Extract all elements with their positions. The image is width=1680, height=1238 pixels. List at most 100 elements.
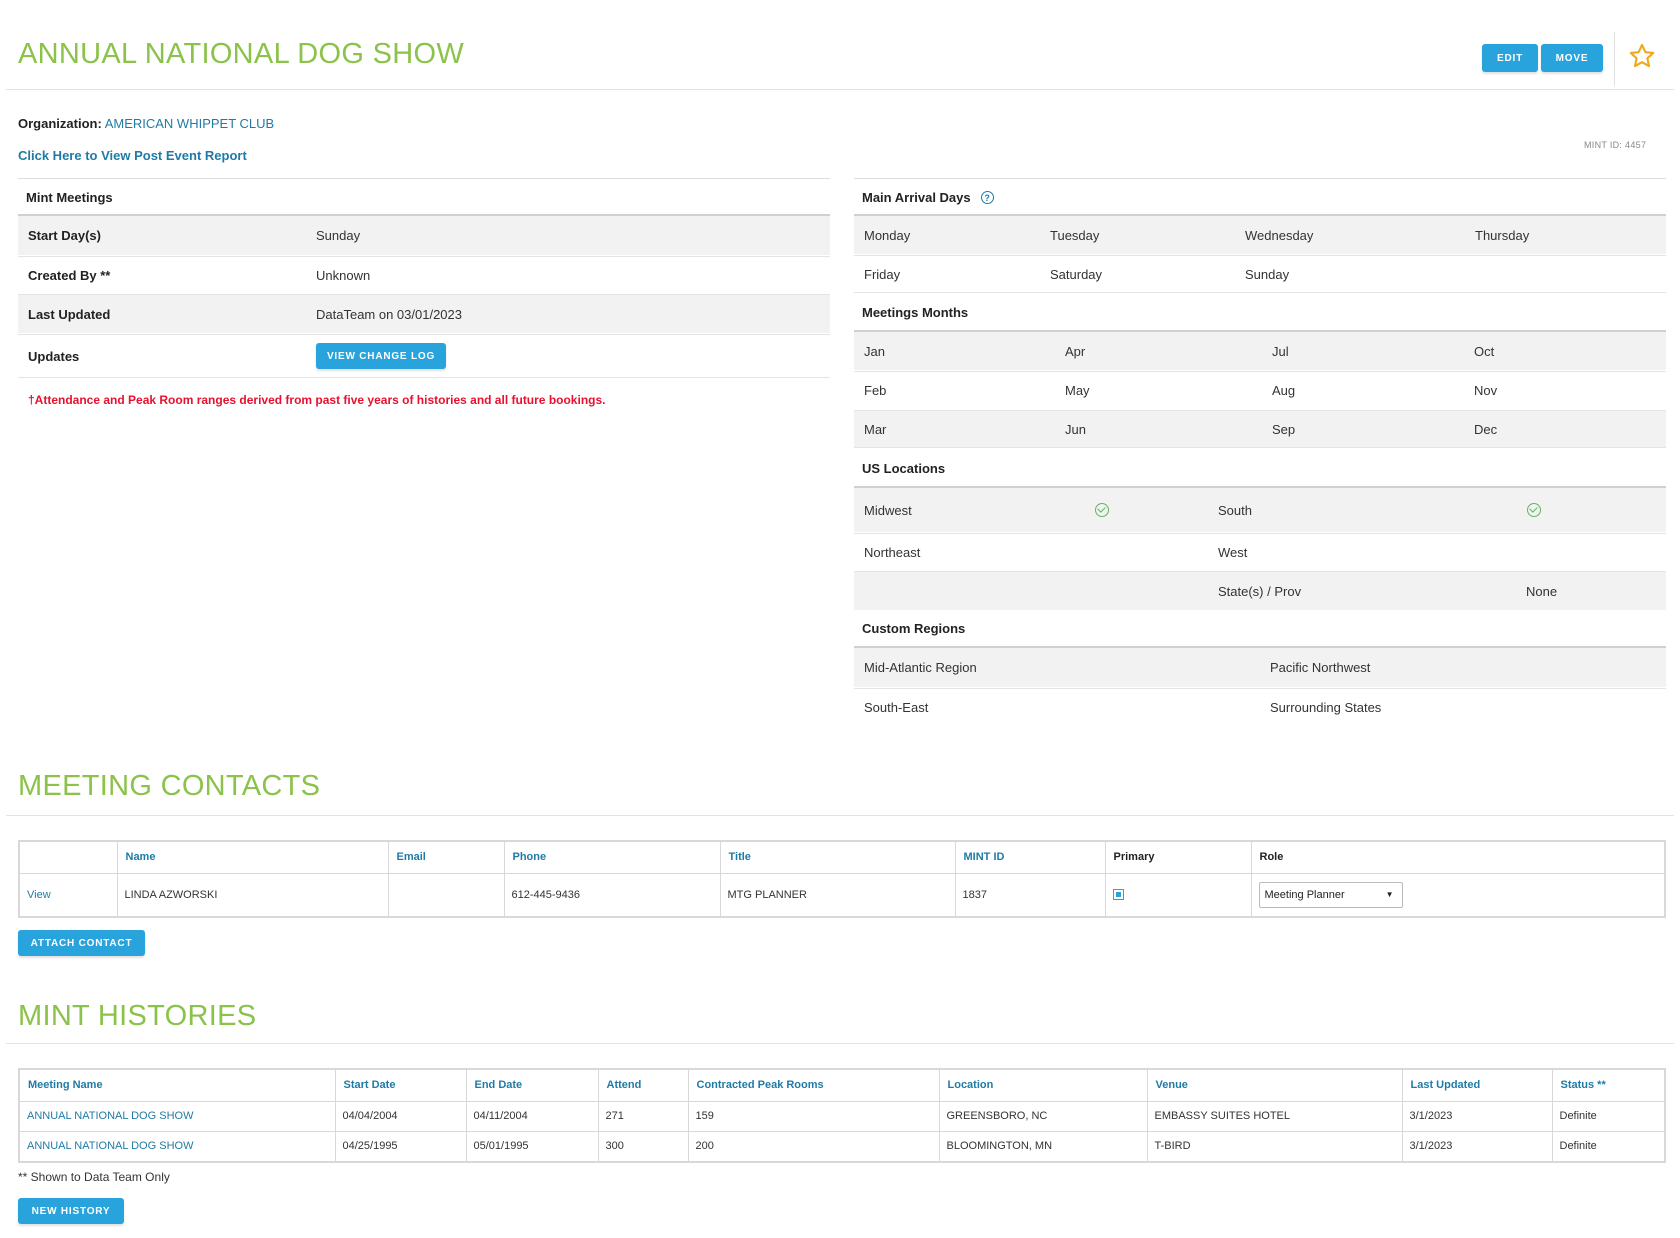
column-header[interactable]: Last Updated [1401, 1068, 1553, 1102]
states-value: None [1526, 583, 1558, 599]
header-rule [6, 89, 1674, 90]
history-end-date: 05/01/1995 [465, 1130, 599, 1163]
organization-line: Organization: AMERICAN WHIPPET CLUB [18, 116, 274, 131]
column-header[interactable]: Name [116, 840, 389, 874]
month-cell: Apr [1065, 343, 1086, 359]
divider [18, 178, 830, 179]
column-header[interactable]: Location [938, 1068, 1148, 1102]
column-header[interactable]: MINT ID [954, 840, 1106, 874]
location-northeast: Northeast [864, 544, 921, 560]
organization-link[interactable]: AMERICAN WHIPPET CLUB [105, 116, 275, 131]
section-rule [6, 1043, 1674, 1044]
arrival-days-heading-row: Main Arrival Days ? [862, 190, 994, 205]
info-row-last-updated: Last Updated DataTeam on 03/01/2023 [18, 294, 830, 333]
column-header[interactable]: Meeting Name [18, 1068, 336, 1102]
table-row: ANNUAL NATIONAL DOG SHOW 04/25/1995 05/0… [18, 1130, 1666, 1163]
month-cell: Mar [864, 421, 887, 437]
history-venue: EMBASSY SUITES HOTEL [1146, 1100, 1403, 1132]
header-divider [1614, 32, 1615, 86]
custom-regions-heading: Custom Regions [862, 621, 966, 636]
info-key: Created By ** [28, 268, 111, 283]
table-row: View LINDA AZWORSKI 612-445-9436 MTG PLA… [18, 872, 1666, 918]
history-peak-rooms: 159 [687, 1100, 940, 1132]
history-status: Definite [1551, 1100, 1666, 1132]
contact-title: MTG PLANNER [719, 872, 956, 918]
table-header-row: Name Email Phone Title MINT ID Primary R… [18, 840, 1666, 874]
history-last-updated: 3/1/2023 [1401, 1100, 1553, 1132]
history-start-date: 04/04/2004 [334, 1100, 467, 1132]
new-history-button[interactable]: NEW HISTORY [18, 1198, 124, 1224]
regions-row-2: South-East Surrounding States [854, 688, 1666, 726]
month-cell: Jun [1065, 421, 1086, 437]
primary-checkbox[interactable] [1112, 889, 1124, 901]
column-header[interactable]: Venue [1146, 1068, 1403, 1102]
history-status: Definite [1551, 1130, 1666, 1163]
location-south: South [1218, 502, 1252, 518]
column-header[interactable]: Attend [597, 1068, 689, 1102]
region-cell: Surrounding States [1270, 700, 1382, 715]
contact-mint-id: 1837 [954, 872, 1106, 918]
role-cell: Meeting Planner ▼ [1250, 872, 1666, 918]
month-cell: Sep [1272, 421, 1296, 437]
role-selected-value: Meeting Planner [1264, 888, 1345, 901]
month-cell: Oct [1474, 343, 1495, 359]
month-cell: Jul [1272, 343, 1289, 359]
history-venue: T-BIRD [1146, 1130, 1403, 1163]
us-locations-heading: US Locations [862, 461, 946, 476]
region-cell: Mid-Atlantic Region [864, 660, 977, 675]
months-row-1: Jan Apr Jul Oct [854, 332, 1666, 370]
primary-cell [1104, 872, 1252, 918]
day-cell: Thursday [1475, 227, 1530, 243]
month-cell: Nov [1474, 383, 1498, 398]
attach-contact-button[interactable]: ATTACH CONTACT [18, 930, 145, 956]
section-rule [6, 815, 1674, 816]
locations-row-2: Northeast West [854, 533, 1666, 570]
history-attend: 300 [597, 1130, 689, 1163]
month-cell: Feb [864, 383, 887, 398]
month-cell: Aug [1272, 383, 1296, 398]
locations-row-3: State(s) / Prov None [854, 571, 1666, 610]
months-row-2: Feb May Aug Nov [854, 371, 1666, 409]
move-button[interactable]: MOVE [1541, 44, 1603, 72]
column-header[interactable]: Phone [503, 840, 721, 874]
contact-name: LINDA AZWORSKI [116, 872, 389, 918]
info-key: Updates [28, 348, 80, 364]
meetings-months-heading: Meetings Months [862, 305, 969, 320]
attendance-note: †Attendance and Peak Room ranges derived… [28, 393, 606, 407]
post-event-report-link[interactable]: Click Here to View Post Event Report [18, 148, 247, 163]
midwest-check-icon [1095, 488, 1109, 532]
region-cell: South-East [864, 700, 929, 715]
column-header[interactable]: Title [719, 840, 956, 874]
meeting-contacts-title: MEETING CONTACTS [18, 770, 321, 802]
page-title: ANNUAL NATIONAL DOG SHOW [18, 38, 465, 70]
divider [854, 178, 1666, 179]
day-cell: Wednesday [1245, 227, 1314, 243]
months-row-3: Mar Jun Sep Dec [854, 410, 1666, 448]
help-icon[interactable]: ? [980, 191, 994, 204]
contact-phone: 612-445-9436 [503, 872, 721, 918]
month-cell: May [1065, 383, 1090, 398]
column-header[interactable]: Status ** [1551, 1068, 1666, 1102]
history-meeting-link[interactable]: ANNUAL NATIONAL DOG SHOW [27, 1140, 193, 1152]
favorite-star-icon[interactable] [1628, 42, 1656, 70]
view-contact-link[interactable]: View [27, 889, 51, 901]
location-west: West [1218, 544, 1248, 560]
role-select[interactable]: Meeting Planner ▼ [1258, 881, 1403, 908]
column-header[interactable]: Start Date [334, 1068, 467, 1102]
day-cell: Saturday [1050, 266, 1103, 282]
organization-label: Organization: [18, 116, 102, 131]
column-header[interactable]: Contracted Peak Rooms [687, 1068, 940, 1102]
info-value: Unknown [316, 268, 371, 283]
day-cell: Monday [864, 227, 911, 243]
history-end-date: 04/11/2004 [465, 1100, 599, 1132]
column-header[interactable]: Email [387, 840, 505, 874]
history-meeting-link[interactable]: ANNUAL NATIONAL DOG SHOW [27, 1110, 193, 1122]
histories-table: Meeting Name Start Date End Date Attend … [18, 1068, 1666, 1163]
table-header-row: Meeting Name Start Date End Date Attend … [18, 1068, 1666, 1102]
view-change-log-button[interactable]: VIEW CHANGE LOG [316, 343, 446, 369]
edit-button[interactable]: EDIT [1482, 44, 1538, 72]
contact-email [387, 872, 505, 918]
history-start-date: 04/25/1995 [334, 1130, 467, 1163]
location-midwest: Midwest [864, 502, 912, 518]
column-header[interactable]: End Date [465, 1068, 599, 1102]
